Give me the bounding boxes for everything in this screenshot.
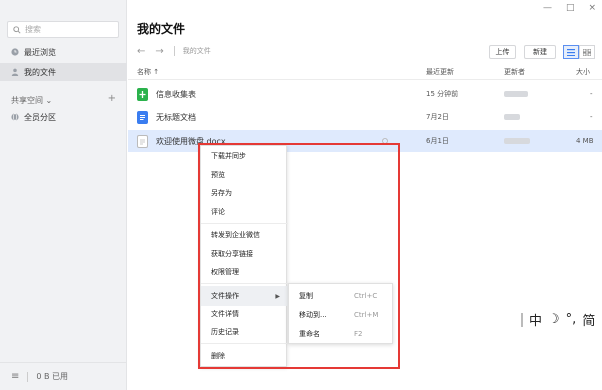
doc-icon	[137, 110, 148, 124]
menu-item-file-ops[interactable]: 文件操作 ▶	[201, 286, 288, 306]
submenu-item-copy[interactable]: 复制 Ctrl+C	[289, 286, 394, 305]
file-name-cell: 无标题文档	[137, 106, 196, 128]
search-icon	[13, 25, 21, 34]
punctuation-toggle[interactable]: °,	[566, 312, 577, 327]
divider	[173, 46, 175, 56]
ime-handle[interactable]	[521, 312, 523, 327]
col-updater-header[interactable]: 更新者	[504, 64, 525, 79]
updated-cell: 6月1日	[426, 137, 449, 145]
menu-item-preview[interactable]: 预览	[201, 165, 288, 185]
file-icon	[137, 134, 148, 148]
new-button[interactable]: 新建	[524, 45, 556, 59]
storage-usage: 0 B 已用	[36, 372, 69, 381]
updated-cell: 7月2日	[426, 113, 449, 121]
sidebar: 搜索 最近浏览 我的文件 共享空间 ⌄ + 全员分区 ≡ 0 B 已用	[0, 0, 127, 390]
updater-cell	[504, 130, 530, 152]
menu-item-forward-wecom[interactable]: 转发到企业微信	[201, 225, 288, 245]
close-button[interactable]: ×	[588, 3, 596, 13]
sidebar-item-label: 最近浏览	[24, 47, 56, 57]
moon-icon[interactable]: ☽	[548, 312, 560, 327]
ime-mode-toggle[interactable]: 中	[529, 310, 542, 329]
size-cell: 4 MB	[576, 137, 594, 145]
updater-cell	[504, 83, 528, 105]
search-input[interactable]: 搜索	[7, 21, 119, 38]
submenu-item-move[interactable]: 移动到... Ctrl+M	[289, 305, 394, 324]
menu-item-download-sync[interactable]: 下载并同步	[201, 146, 288, 166]
menu-item-comment[interactable]: 评论	[201, 202, 288, 222]
nav-toolbar: ← → 我的文件	[137, 44, 211, 58]
clock-icon	[11, 48, 19, 56]
menu-icon[interactable]: ≡	[11, 371, 19, 382]
col-updated-header[interactable]: 最近更新	[426, 64, 454, 79]
add-icon[interactable]: +	[108, 93, 116, 104]
sidebar-item-my-files[interactable]: 我的文件	[0, 63, 127, 81]
sidebar-item-label: 我的文件	[24, 67, 56, 77]
globe-icon	[11, 113, 19, 121]
breadcrumb[interactable]: 我的文件	[183, 46, 211, 56]
menu-item-history[interactable]: 历史记录	[201, 322, 288, 342]
menu-item-file-details[interactable]: 文件详情	[201, 304, 288, 324]
sidebar-item-label: 全员分区	[24, 112, 56, 122]
maximize-button[interactable]: □	[566, 3, 575, 13]
back-arrow-icon[interactable]: ←	[137, 46, 145, 57]
simplified-toggle[interactable]: 简	[582, 310, 595, 329]
storage-footer: ≡ 0 B 已用	[0, 362, 127, 390]
minimize-button[interactable]: —	[543, 3, 552, 13]
section-label: 共享空间 ⌄	[11, 95, 53, 105]
window-controls: — □ ×	[543, 3, 596, 13]
file-ops-submenu: 复制 Ctrl+C 移动到... Ctrl+M 重命名 F2	[288, 283, 393, 344]
menu-item-permissions[interactable]: 权限管理	[201, 262, 288, 282]
menu-item-save-as[interactable]: 另存为	[201, 183, 288, 203]
menu-item-label: 文件操作	[211, 292, 239, 300]
updater-cell	[504, 106, 520, 128]
shortcut-hint: F2	[354, 329, 363, 338]
grid-view-icon[interactable]	[579, 45, 595, 59]
view-toggle	[563, 45, 595, 59]
upload-button[interactable]: 上传	[489, 45, 516, 59]
redacted-updater	[504, 91, 528, 97]
redacted-updater	[504, 114, 520, 120]
redacted-updater	[504, 138, 530, 144]
shortcut-hint: Ctrl+M	[354, 310, 379, 319]
ime-toolbar: 中 ☽ °, 简	[521, 310, 595, 329]
page-title: 我的文件	[137, 22, 186, 36]
col-name-header[interactable]: 名称 ↑	[137, 64, 159, 79]
submenu-label: 移动到...	[299, 310, 327, 319]
file-name: 信息收集表	[156, 89, 196, 99]
file-name-cell: 信息收集表	[137, 83, 196, 105]
menu-divider	[201, 283, 288, 284]
divider	[27, 371, 29, 382]
updated-cell: 15 分钟前	[426, 90, 459, 98]
person-icon	[11, 68, 19, 76]
list-view-icon[interactable]	[563, 45, 579, 59]
submenu-label: 重命名	[299, 329, 320, 338]
table-header: 名称 ↑ 最近更新 更新者 大小	[128, 64, 602, 80]
sheet-icon	[137, 87, 148, 101]
submenu-label: 复制	[299, 291, 313, 300]
size-cell: -	[590, 90, 593, 98]
search-placeholder: 搜索	[25, 25, 41, 34]
sidebar-item-all-members[interactable]: 全员分区	[0, 108, 127, 126]
table-row[interactable]: 无标题文档 7月2日 -	[128, 106, 602, 128]
menu-divider	[201, 343, 288, 344]
submenu-arrow-icon: ▶	[275, 292, 280, 300]
menu-divider	[201, 223, 288, 224]
col-size-header[interactable]: 大小	[576, 64, 590, 79]
shortcut-hint: Ctrl+C	[354, 291, 378, 300]
sidebar-item-recent[interactable]: 最近浏览	[0, 43, 127, 61]
submenu-item-rename[interactable]: 重命名 F2	[289, 324, 394, 343]
table-row[interactable]: 信息收集表 15 分钟前 -	[128, 83, 602, 105]
size-cell: -	[590, 113, 593, 121]
menu-item-share-link[interactable]: 获取分享链接	[201, 244, 288, 264]
context-menu: 下载并同步 预览 另存为 评论 转发到企业微信 获取分享链接 权限管理 文件操作…	[200, 145, 288, 367]
forward-arrow-icon[interactable]: →	[155, 46, 163, 57]
menu-item-delete[interactable]: 删除	[201, 346, 288, 366]
file-name: 无标题文档	[156, 112, 196, 122]
shared-space-header[interactable]: 共享空间 ⌄ +	[0, 93, 127, 107]
